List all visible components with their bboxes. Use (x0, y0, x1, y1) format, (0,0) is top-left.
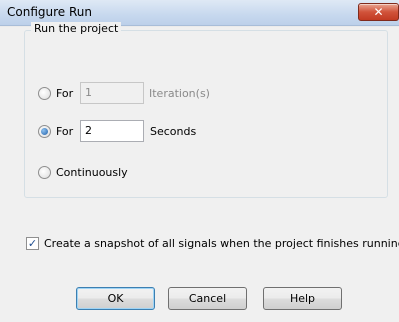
radio-continuously[interactable]: Continuously (38, 166, 128, 179)
radio-seconds-circle[interactable] (38, 125, 51, 138)
snapshot-checkbox-label: Create a snapshot of all signals when th… (44, 237, 399, 250)
radio-iterations-circle[interactable] (38, 87, 51, 100)
dialog-title: Configure Run (7, 5, 92, 19)
seconds-unit-label: Seconds (150, 125, 197, 138)
seconds-input[interactable]: 2 (80, 120, 144, 142)
checkmark-icon: ✓ (27, 237, 38, 250)
radio-continuously-circle[interactable] (38, 166, 51, 179)
iterations-input[interactable]: 1 (80, 82, 144, 104)
radio-iterations[interactable]: For (38, 87, 73, 100)
radio-seconds[interactable]: For (38, 125, 73, 138)
snapshot-checkbox-row[interactable]: ✓ Create a snapshot of all signals when … (26, 237, 399, 250)
radio-iterations-label: For (56, 87, 74, 100)
radio-continuously-label: Continuously (56, 166, 128, 179)
configure-run-dialog: Configure Run ✕ Run the project For 1 It… (0, 0, 399, 322)
run-options-legend: Run the project (31, 22, 122, 35)
help-button[interactable]: Help (263, 287, 342, 310)
close-icon: ✕ (373, 5, 384, 19)
radio-seconds-label: For (56, 125, 74, 138)
cancel-button[interactable]: Cancel (168, 287, 247, 310)
close-button[interactable]: ✕ (358, 3, 399, 21)
ok-button[interactable]: OK (76, 287, 155, 310)
radio-selected-dot (41, 128, 48, 135)
snapshot-checkbox[interactable]: ✓ (26, 237, 39, 250)
iterations-unit-label: Iteration(s) (149, 87, 210, 100)
